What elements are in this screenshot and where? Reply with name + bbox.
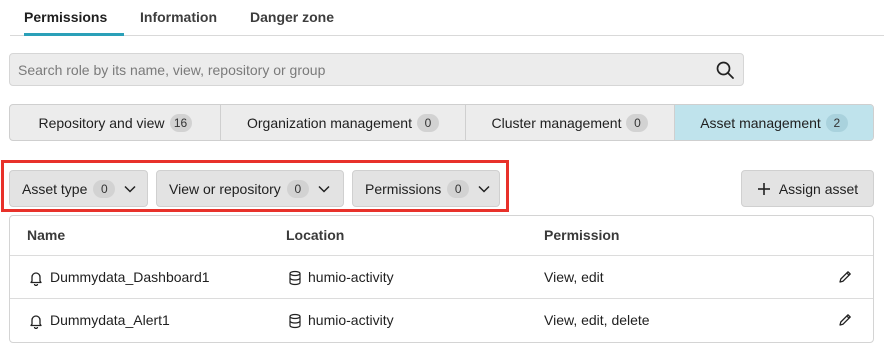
column-header-location: Location	[286, 227, 345, 243]
asset-location: humio-activity	[308, 269, 394, 285]
filter-label: Asset type	[22, 180, 88, 197]
bell-icon	[30, 314, 42, 329]
filter-asset-type[interactable]: Asset type 0	[9, 170, 148, 207]
filter-permissions[interactable]: Permissions 0	[352, 170, 500, 207]
chevron-down-icon	[478, 185, 490, 193]
tab-permissions-label: Permissions	[24, 9, 108, 25]
tab-information-label: Information	[140, 9, 217, 25]
table-row[interactable]: Dummydata_Alert1 humio-activity View, ed…	[10, 298, 873, 342]
filter-label: View or repository	[169, 180, 281, 197]
asset-name-cell: Dummydata_Dashboard1	[28, 256, 210, 299]
asset-permission-cell: View, edit	[544, 256, 604, 299]
tab-bar: Permissions Information Danger zone	[10, 0, 884, 36]
tab-permissions[interactable]: Permissions	[24, 0, 124, 36]
filter-view-or-repository[interactable]: View or repository 0	[156, 170, 344, 207]
assets-table: Name Location Permission Dummydata_Dashb…	[9, 215, 874, 343]
segment-repository-and-view[interactable]: Repository and view 16	[10, 105, 221, 140]
count-badge: 0	[286, 179, 309, 198]
count-badge: 0	[417, 113, 439, 132]
asset-name-cell: Dummydata_Alert1	[28, 299, 170, 342]
segment-label: Repository and view	[38, 114, 165, 131]
segment-asset-management[interactable]: Asset management 2	[675, 105, 873, 140]
segment-label: Organization management	[247, 114, 412, 131]
assign-asset-button[interactable]: Assign asset	[741, 170, 874, 207]
asset-name: Dummydata_Alert1	[50, 312, 170, 328]
count-badge: 2	[825, 113, 848, 132]
search-box	[9, 53, 744, 86]
database-icon	[289, 270, 301, 285]
count-badge: 0	[447, 179, 470, 198]
segment-label: Asset management	[700, 114, 821, 131]
database-icon	[289, 313, 301, 328]
pencil-icon[interactable]	[837, 269, 853, 285]
permission-category-selector: Repository and view 16 Organization mana…	[9, 104, 874, 141]
asset-location: humio-activity	[308, 312, 394, 328]
asset-location-cell: humio-activity	[288, 256, 394, 299]
count-badge: 0	[626, 113, 649, 132]
tab-danger-zone[interactable]: Danger zone	[250, 0, 334, 35]
assign-asset-label: Assign asset	[778, 180, 859, 197]
count-badge: 16	[169, 113, 192, 132]
chevron-down-icon	[318, 185, 330, 193]
asset-name: Dummydata_Dashboard1	[50, 269, 210, 285]
asset-permission-cell: View, edit, delete	[544, 299, 650, 342]
tab-danger-zone-label: Danger zone	[250, 9, 335, 25]
segment-label: Cluster management	[491, 114, 622, 131]
column-header-name: Name	[27, 227, 66, 243]
asset-permission: View, edit	[544, 269, 604, 285]
bell-icon	[30, 271, 42, 286]
count-badge: 0	[93, 179, 116, 198]
column-header-permission: Permission	[544, 227, 620, 243]
plus-icon	[757, 182, 770, 195]
segment-organization-management[interactable]: Organization management 0	[221, 105, 466, 140]
table-row[interactable]: Dummydata_Dashboard1 humio-activity View…	[10, 255, 873, 299]
filter-label: Permissions	[365, 180, 442, 197]
asset-permission: View, edit, delete	[544, 312, 650, 328]
search-input[interactable]	[10, 54, 708, 85]
asset-location-cell: humio-activity	[288, 299, 394, 342]
chevron-down-icon	[124, 185, 136, 193]
segment-cluster-management[interactable]: Cluster management 0	[466, 105, 675, 140]
search-icon[interactable]	[715, 60, 735, 80]
pencil-icon[interactable]	[837, 312, 853, 328]
tab-information[interactable]: Information	[140, 0, 217, 35]
